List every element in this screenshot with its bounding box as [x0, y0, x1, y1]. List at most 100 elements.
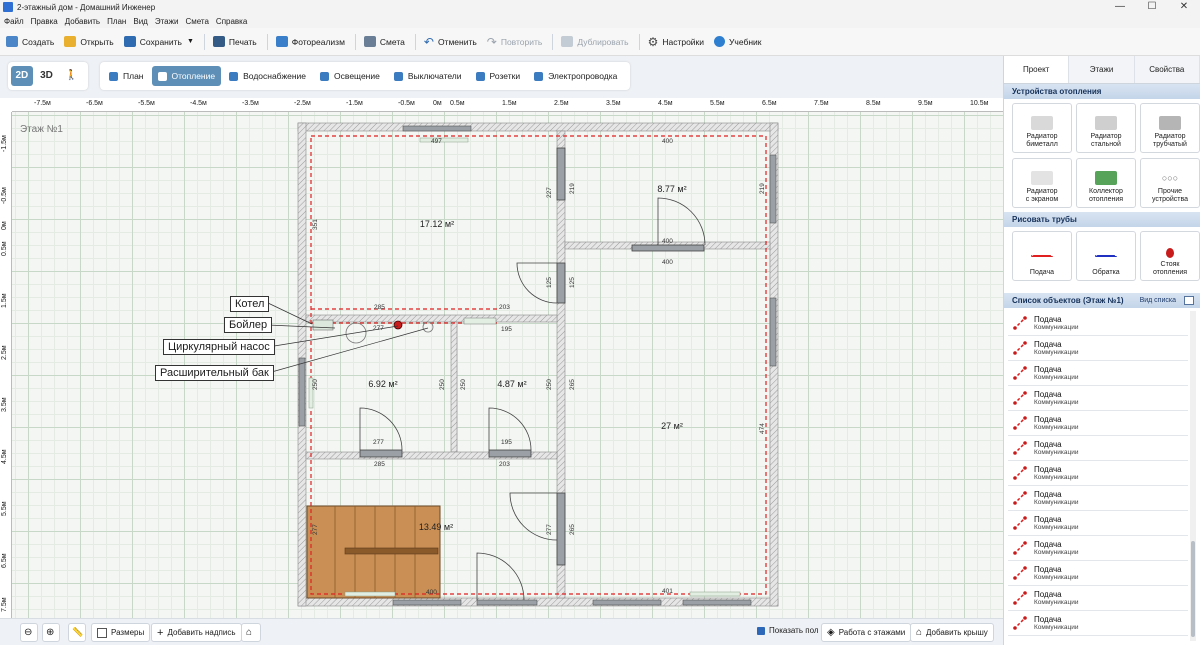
add-label-button[interactable]: + Добавить надпись — [151, 623, 242, 642]
tab-lighting[interactable]: Освещение — [314, 66, 386, 86]
list-item[interactable]: Подача Коммуникации — [1008, 486, 1188, 511]
list-item[interactable]: Подача Коммуникации — [1008, 311, 1188, 336]
menu-estimate[interactable]: Смета — [185, 17, 208, 26]
print-button[interactable]: Печать — [212, 36, 257, 47]
menu-plan[interactable]: План — [107, 17, 126, 26]
tab-plan[interactable]: План — [103, 66, 150, 86]
view-3d-button[interactable]: 3D — [36, 66, 58, 86]
dim-label: 265 — [569, 379, 576, 390]
draw-pipes-header: Рисовать трубы — [1004, 212, 1200, 227]
redo-button[interactable]: ↷ Повторить — [487, 35, 543, 49]
tab-sockets[interactable]: Розетки — [470, 66, 527, 86]
list-item[interactable]: Подача Коммуникации — [1008, 511, 1188, 536]
maximize-button[interactable]: ☐ — [1136, 0, 1168, 14]
object-type: Коммуникации — [1034, 623, 1079, 631]
view-2d-button[interactable]: 2D — [11, 66, 33, 86]
scroll-thumb[interactable] — [1191, 541, 1195, 637]
tab-heating[interactable]: Отопление — [151, 66, 222, 86]
zoom-in-button[interactable]: ⊕ — [42, 623, 60, 642]
device-screen-radiator[interactable]: Радиатор с экраном — [1012, 158, 1072, 208]
dim-label: 351 — [312, 219, 319, 230]
list-item[interactable]: Подача Коммуникации — [1008, 586, 1188, 611]
dim-label: 285 — [374, 461, 385, 468]
supply-pipe-icon — [1013, 316, 1027, 330]
device-steel-radiator[interactable]: Радиатор стальной — [1076, 103, 1136, 153]
tab-project[interactable]: Проект — [1004, 56, 1070, 83]
save-button[interactable]: Сохранить ▼ — [123, 36, 194, 47]
riser-tool[interactable]: Стояк отопления — [1140, 231, 1200, 281]
tab-switches[interactable]: Выключатели — [388, 66, 468, 86]
tab-water[interactable]: Водоснабжение — [223, 66, 312, 86]
ruler-button[interactable]: 📏 — [68, 623, 86, 642]
photorealism-button[interactable]: Фотореализм — [275, 36, 345, 47]
dimensions-button[interactable]: Размеры — [91, 623, 151, 642]
radiator-icon — [1095, 116, 1117, 130]
list-item[interactable]: Подача Коммуникации — [1008, 461, 1188, 486]
list-item[interactable]: Подача Коммуникации — [1008, 536, 1188, 561]
duplicate-button[interactable]: Дублировать — [561, 36, 629, 47]
list-item[interactable]: Подача Коммуникации — [1008, 361, 1188, 386]
tab-properties[interactable]: Свойства — [1134, 56, 1200, 83]
list-item[interactable]: Подача Коммуникации — [1008, 386, 1188, 411]
create-button[interactable]: Создать — [6, 36, 54, 47]
menu-help[interactable]: Справка — [216, 17, 247, 26]
zoom-in-icon: ⊕ — [46, 627, 55, 638]
stairs[interactable] — [306, 505, 441, 599]
callout-expansion-tank[interactable]: Расширительный бак — [155, 365, 274, 381]
device-other[interactable]: ○○○ Прочие устройства — [1140, 158, 1200, 208]
estimate-button[interactable]: Смета — [363, 36, 405, 47]
menu-file[interactable]: Файл — [4, 17, 24, 26]
checkbox-icon[interactable] — [757, 626, 765, 635]
show-floor-toggle[interactable]: Показать пол — [757, 626, 819, 635]
zoom-out-button[interactable]: ⊖ — [20, 623, 38, 642]
list-item[interactable]: Подача Коммуникации — [1008, 436, 1188, 461]
menu-add[interactable]: Добавить — [65, 17, 100, 26]
undo-button[interactable]: ↶ Отменить — [424, 35, 477, 49]
redo-icon: ↷ — [486, 34, 497, 49]
tutorial-button[interactable]: Учебник — [714, 36, 762, 47]
bottom-bar: ⊖ ⊕ 📏 Размеры + Добавить надпись ⌂ Показа… — [0, 618, 1003, 645]
device-manifold[interactable]: Коллектор отопления — [1076, 158, 1136, 208]
menu-floors[interactable]: Этажи — [155, 17, 179, 26]
menu-edit[interactable]: Правка — [31, 17, 58, 26]
tab-wiring[interactable]: Электропроводка — [528, 66, 623, 86]
lightning-icon — [534, 71, 544, 81]
return-pipe-icon — [1095, 255, 1117, 257]
walk-icon[interactable]: 🚶 — [60, 66, 82, 86]
list-item[interactable]: Подача Коммуникации — [1008, 336, 1188, 361]
floor-plan[interactable]: 17.12 м² 8.77 м² 6.92 м² 4.87 м² 27 м² 1… — [0, 98, 1003, 618]
list-item[interactable]: Подача Коммуникации — [1008, 561, 1188, 586]
undo-icon: ↶ — [423, 34, 434, 49]
objects-list[interactable]: Подача Коммуникации Подача Коммуникации Пода… — [1008, 311, 1188, 641]
window-title: 2-этажный дом - Домашний Инженер — [17, 2, 156, 12]
pipe-supply-tool[interactable]: Подача — [1012, 231, 1072, 281]
callout-pump[interactable]: Циркулярный насос — [163, 339, 275, 355]
plan-canvas[interactable]: -7.5м -6.5м -5.5м -4.5м -3.5м -2.5м -1.5м -0.5м… — [0, 98, 1003, 618]
list-item[interactable]: Подача Коммуникации — [1008, 611, 1188, 636]
objects-scrollbar[interactable] — [1190, 311, 1196, 641]
home-button[interactable]: ⌂ — [241, 623, 261, 642]
chevron-down-icon[interactable]: ▼ — [187, 38, 194, 45]
view-list-button[interactable]: Вид списка — [1140, 293, 1176, 308]
close-button[interactable]: ✕ — [1168, 0, 1200, 14]
object-name: Подача — [1034, 514, 1062, 524]
list-item[interactable]: Подача Коммуникации — [1008, 411, 1188, 436]
callout-boiler[interactable]: Котел — [230, 296, 270, 312]
supply-pipe-icon — [1031, 255, 1053, 257]
menu-view[interactable]: Вид — [133, 17, 147, 26]
device-tubular-radiator[interactable]: Радиатор трубчатый — [1140, 103, 1200, 153]
list-view-icon[interactable] — [1184, 296, 1194, 305]
floors-button[interactable]: ◈ Работа с этажами — [821, 623, 912, 642]
callout-water-heater[interactable]: Бойлер — [224, 317, 273, 333]
tab-floors[interactable]: Этажи — [1069, 56, 1135, 83]
pipe-return-tool[interactable]: Обратка — [1076, 231, 1136, 281]
minimize-button[interactable]: — — [1104, 0, 1136, 14]
add-roof-button[interactable]: ⌂ Добавить крышу — [910, 623, 994, 642]
folder-icon — [64, 36, 77, 47]
settings-button[interactable]: ⚙ Настройки — [648, 35, 704, 49]
supply-pipe-icon — [1013, 591, 1027, 605]
open-button[interactable]: Открыть — [64, 36, 114, 47]
device-bimetal-radiator[interactable]: Радиатор биметалл — [1012, 103, 1072, 153]
image-icon — [275, 36, 288, 47]
dim-label: 203 — [499, 461, 510, 468]
